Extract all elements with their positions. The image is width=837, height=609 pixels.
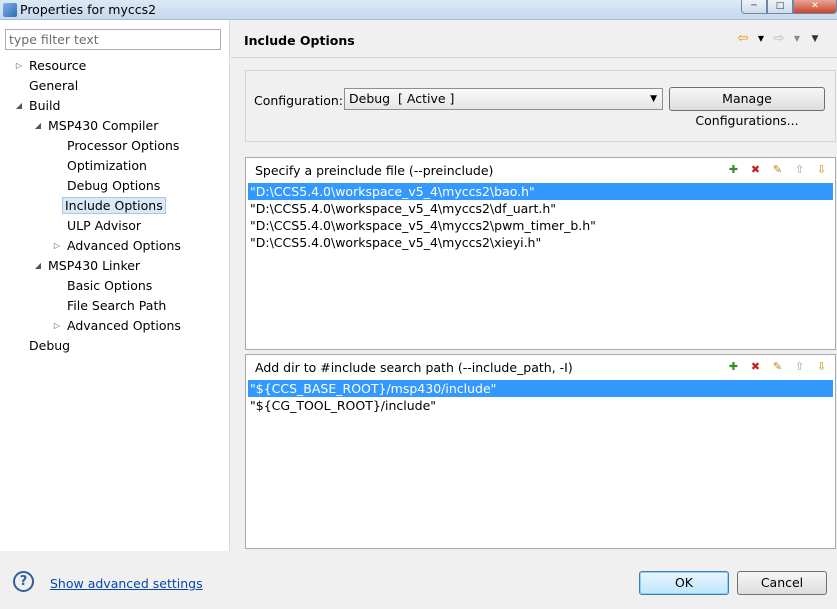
move-up-icon[interactable]: ⇧ — [791, 162, 808, 178]
tree-item-label: Include Options — [62, 197, 166, 214]
tree-item-label: MSP430 Compiler — [48, 118, 159, 133]
ok-button[interactable]: OK — [639, 571, 729, 595]
page-navigation: ⇦ ▼ ⇨ ▼ ▼ — [734, 32, 824, 46]
tree-item-optimization[interactable]: Optimization — [52, 156, 147, 175]
forward-arrow-icon[interactable]: ⇨ — [770, 32, 788, 46]
tree-item-label: Basic Options — [67, 278, 153, 293]
tree-item-file-search-path[interactable]: File Search Path — [52, 296, 166, 315]
expand-arrow-icon[interactable]: ▷ — [14, 56, 24, 75]
preinclude-toolbar: ✚ ✖ ✎ ⇧ ⇩ — [725, 162, 830, 178]
tree-item-label: Debug — [29, 338, 71, 353]
tree-item-label: ULP Advisor — [67, 218, 142, 233]
tree-item-msp430-compiler[interactable]: ◢ MSP430 Compiler — [33, 116, 158, 135]
list-item[interactable]: "${CG_TOOL_ROOT}/include" — [248, 397, 833, 414]
collapse-arrow-icon[interactable]: ◢ — [33, 256, 43, 275]
window-controls: ─ □ ✕ — [741, 0, 837, 14]
filter-input[interactable] — [5, 29, 221, 50]
tree-item-basic-options[interactable]: Basic Options — [52, 276, 152, 295]
property-tree-panel: ▷ Resource General ◢ Build ◢ MSP430 Comp… — [0, 20, 230, 551]
tree-item-label: Optimization — [67, 158, 147, 173]
delete-icon[interactable]: ✖ — [747, 359, 764, 375]
add-icon[interactable]: ✚ — [725, 359, 742, 375]
manage-configurations-button[interactable]: Manage Configurations... — [669, 87, 825, 128]
dropdown-arrow-icon: ▼ — [650, 94, 657, 104]
forward-menu-chevron-icon[interactable]: ▼ — [788, 32, 806, 46]
tree-item-compiler-advanced-options[interactable]: ▷ Advanced Options — [52, 236, 181, 255]
list-item[interactable]: "${CCS_BASE_ROOT}/msp430/include" — [248, 380, 833, 397]
expand-arrow-icon[interactable]: ▷ — [52, 236, 62, 255]
cancel-button[interactable]: Cancel — [737, 571, 827, 595]
move-down-icon[interactable]: ⇩ — [813, 359, 830, 375]
window-title: Properties for myccs2 — [20, 2, 157, 17]
tree-item-build[interactable]: ◢ Build — [14, 96, 60, 115]
delete-icon[interactable]: ✖ — [747, 162, 764, 178]
show-advanced-settings-link[interactable]: Show advanced settings — [50, 576, 203, 591]
tree-item-label: Debug Options — [67, 178, 161, 193]
tree-item-resource[interactable]: ▷ Resource — [14, 56, 86, 75]
include-path-list-box: Add dir to #include search path (--inclu… — [245, 354, 836, 549]
move-down-icon[interactable]: ⇩ — [813, 162, 830, 178]
tree-item-debug[interactable]: Debug — [14, 336, 70, 355]
header-divider — [231, 57, 837, 58]
tree-item-msp430-linker[interactable]: ◢ MSP430 Linker — [33, 256, 140, 275]
expand-arrow-icon[interactable]: ▷ — [52, 316, 62, 335]
list-item[interactable]: "D:\CCS5.4.0\workspace_v5_4\myccs2\pwm_t… — [248, 217, 833, 234]
back-arrow-icon[interactable]: ⇦ — [734, 32, 752, 46]
preinclude-list-box: Specify a preinclude file (--preinclude)… — [245, 157, 836, 350]
help-icon[interactable]: ? — [13, 571, 34, 592]
dialog-footer: ? Show advanced settings OK Cancel — [0, 551, 837, 609]
tree-item-processor-options[interactable]: Processor Options — [52, 136, 179, 155]
tree-item-label: Processor Options — [67, 138, 180, 153]
configuration-selected-value: Debug [ Active ] — [349, 91, 455, 106]
tree-item-ulp-advisor[interactable]: ULP Advisor — [52, 216, 141, 235]
list-item[interactable]: "D:\CCS5.4.0\workspace_v5_4\myccs2\xieyi… — [248, 234, 833, 251]
tree-item-linker-advanced-options[interactable]: ▷ Advanced Options — [52, 316, 181, 335]
move-up-icon[interactable]: ⇧ — [791, 359, 808, 375]
property-page: Include Options ⇦ ▼ ⇨ ▼ ▼ Configuration:… — [231, 20, 837, 551]
configuration-label: Configuration: — [254, 93, 343, 108]
include-path-heading: Add dir to #include search path (--inclu… — [255, 360, 573, 375]
tree-item-label: Resource — [29, 58, 87, 73]
close-button[interactable]: ✕ — [793, 0, 837, 14]
app-icon — [3, 3, 17, 17]
view-menu-icon[interactable]: ▼ — [806, 32, 824, 46]
tree-item-label: Build — [29, 98, 61, 113]
maximize-button[interactable]: □ — [767, 0, 793, 14]
tree-item-label: MSP430 Linker — [48, 258, 141, 273]
back-menu-chevron-icon[interactable]: ▼ — [752, 32, 770, 46]
tree-item-include-options[interactable]: Include Options — [50, 196, 166, 215]
include-path-toolbar: ✚ ✖ ✎ ⇧ ⇩ — [725, 359, 830, 375]
edit-icon[interactable]: ✎ — [769, 162, 786, 178]
edit-icon[interactable]: ✎ — [769, 359, 786, 375]
collapse-arrow-icon[interactable]: ◢ — [33, 116, 43, 135]
configuration-group: Configuration: Debug [ Active ] ▼ Manage… — [245, 70, 836, 142]
tree-item-label: File Search Path — [67, 298, 167, 313]
page-title: Include Options — [244, 33, 355, 48]
add-icon[interactable]: ✚ — [725, 162, 742, 178]
collapse-arrow-icon[interactable]: ◢ — [14, 96, 24, 115]
configuration-select[interactable]: Debug [ Active ] ▼ — [344, 88, 663, 110]
window-title-bar: Properties for myccs2 ─ □ ✕ — [0, 0, 837, 20]
list-item[interactable]: "D:\CCS5.4.0\workspace_v5_4\myccs2\df_ua… — [248, 200, 833, 217]
tree-item-label: Advanced Options — [67, 318, 181, 333]
tree-item-label: Advanced Options — [67, 238, 181, 253]
preinclude-heading: Specify a preinclude file (--preinclude) — [255, 163, 494, 178]
tree-item-debug-options[interactable]: Debug Options — [52, 176, 160, 195]
list-item[interactable]: "D:\CCS5.4.0\workspace_v5_4\myccs2\bao.h… — [248, 183, 833, 200]
tree-item-label: General — [29, 78, 79, 93]
tree-item-general[interactable]: General — [14, 76, 78, 95]
minimize-button[interactable]: ─ — [741, 0, 767, 14]
